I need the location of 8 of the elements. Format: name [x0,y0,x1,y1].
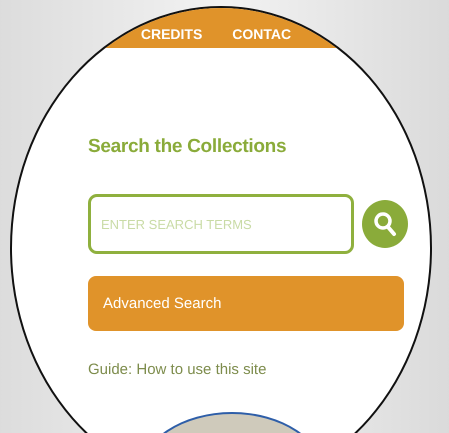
search-button[interactable] [362,200,408,248]
nav-link[interactable]: CREDITS [140,26,202,42]
section-heading: Search the Collections [88,136,288,158]
nav-link[interactable]: CONTAC [232,26,292,42]
search-field[interactable]: ENTER SEARCH TERMS [88,194,354,254]
search-icon [373,211,397,237]
advanced-search-button[interactable]: Advanced Search [88,276,404,331]
guide-link[interactable]: Guide: How to use this site [88,361,266,378]
